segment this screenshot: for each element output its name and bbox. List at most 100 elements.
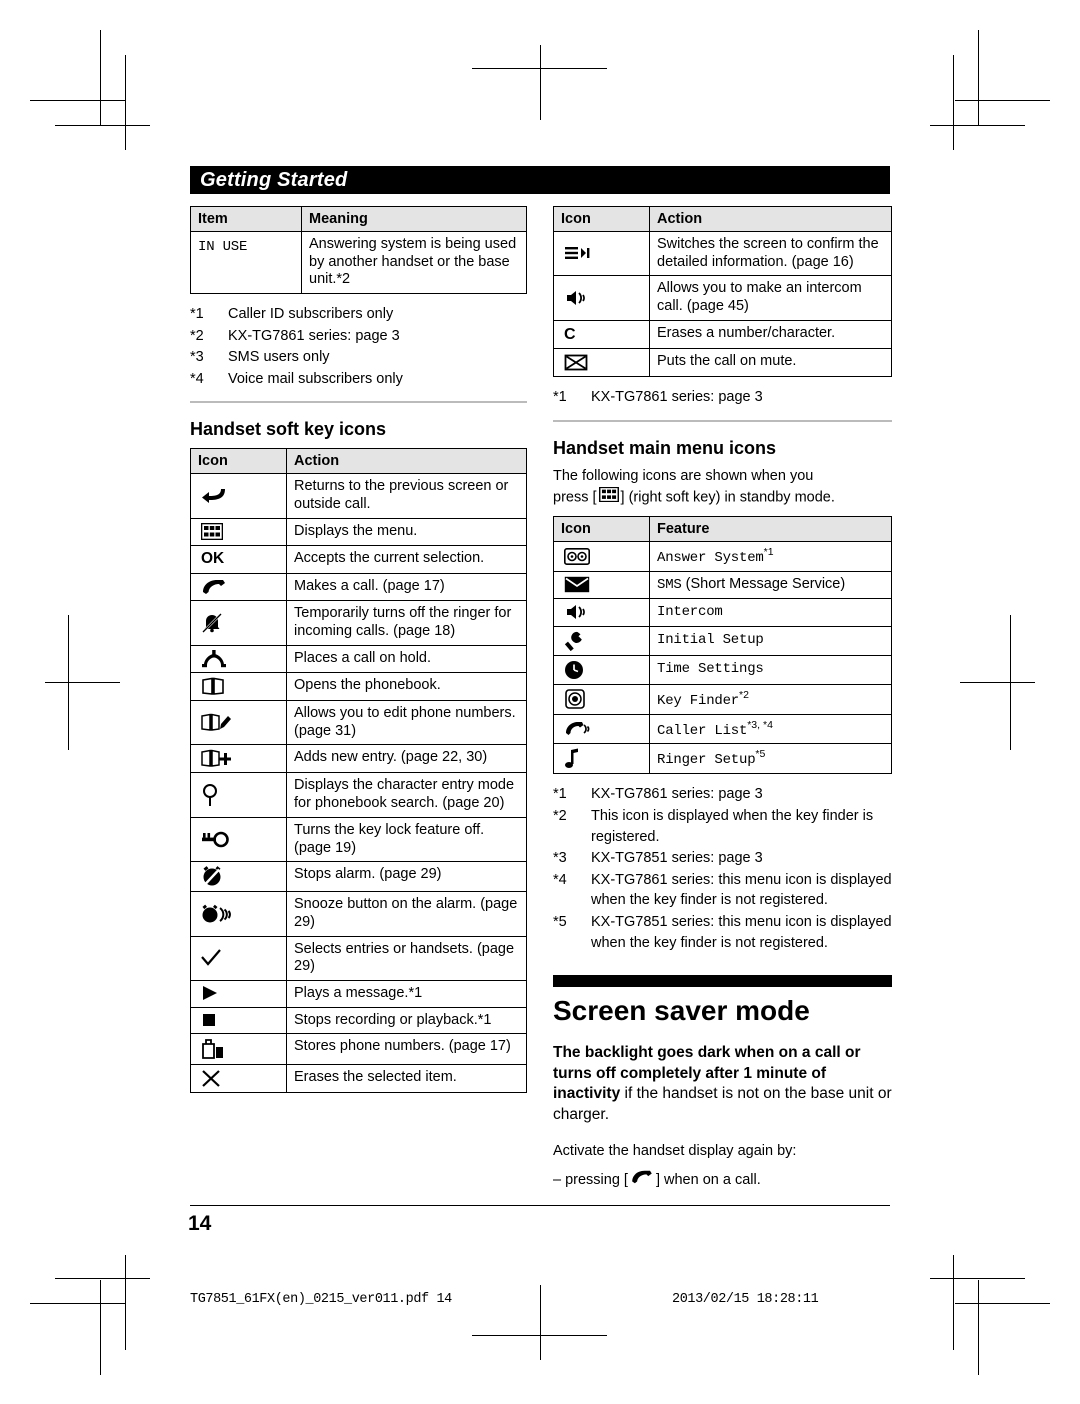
footnotes-block-1: *1 Caller ID subscribers only *2 KX-TG78… bbox=[190, 304, 527, 389]
footnote-text: KX-TG7861 series: page 3 bbox=[591, 786, 763, 803]
footnote-mark: *3 bbox=[553, 850, 567, 867]
phonebook-edit-icon bbox=[190, 700, 287, 746]
action-text: Puts the call on mute. bbox=[649, 348, 892, 378]
feature-cell: Initial Setup bbox=[649, 625, 892, 656]
feature-text: Initial Setup bbox=[657, 631, 764, 648]
footnotes-block-right-2: *1 KX-TG7861 series: page 3 *2 This icon… bbox=[553, 784, 892, 953]
icon-action-table-right: Icon Action Switches the screen to confi… bbox=[553, 206, 892, 378]
table-row: Stores phone numbers. (page 17) bbox=[190, 1033, 527, 1066]
table-row: OK Accepts the current selection. bbox=[190, 544, 527, 574]
action-text: Opens the phonebook. bbox=[286, 672, 527, 702]
footnote-mark: *4 bbox=[553, 871, 567, 888]
footnote-mark: *5 bbox=[553, 913, 567, 930]
table-row: Allows you to make an intercom call. (pa… bbox=[553, 275, 892, 321]
table-row: Temporarily turns off the ringer for inc… bbox=[190, 600, 527, 646]
action-text: Stops alarm. (page 29) bbox=[286, 861, 527, 893]
action-text: Selects entries or handsets. (page 29) bbox=[286, 935, 527, 981]
footnote-text: Voice mail subscribers only bbox=[228, 370, 403, 387]
crop-mark bbox=[960, 682, 1035, 683]
table-row: Turns the key lock feature off. (page 19… bbox=[190, 816, 527, 863]
action-text: Switches the screen to confirm the detai… bbox=[649, 230, 892, 277]
footnote-row: *3 KX-TG7851 series: page 3 bbox=[553, 848, 892, 869]
handset-call-icon bbox=[190, 572, 287, 602]
screen-saver-bullet: – pressing [ ] when on a call. bbox=[553, 1169, 892, 1192]
table-row: Displays the menu. bbox=[190, 517, 527, 546]
bullet-text-b: ] when on a call. bbox=[655, 1172, 761, 1189]
crop-mark bbox=[100, 30, 101, 125]
table-header-row: Icon Feature bbox=[553, 516, 892, 543]
feature-text: Key Finder bbox=[657, 692, 740, 709]
table-row: Allows you to edit phone numbers. (page … bbox=[190, 700, 527, 746]
footnote-text: KX-TG7861 series: page 3 bbox=[591, 389, 763, 406]
table-header-row: Item Meaning bbox=[190, 206, 527, 232]
footnote-mark: *1 bbox=[553, 389, 567, 406]
crop-mark bbox=[472, 1335, 607, 1336]
column-header-feature: Feature bbox=[649, 516, 892, 543]
caller-list-icon bbox=[553, 713, 650, 745]
table-row: IN USE Answering system is being used by… bbox=[190, 230, 527, 295]
crop-mark bbox=[540, 1285, 541, 1360]
footnote-text: Caller ID subscribers only bbox=[228, 306, 394, 323]
check-icon bbox=[190, 935, 287, 981]
ringer-off-icon bbox=[190, 600, 287, 646]
table-row: Stops alarm. (page 29) bbox=[190, 861, 527, 893]
footnote-row: *5 KX-TG7851 series: this menu icon is d… bbox=[553, 912, 892, 953]
main-menu-intro: The following icons are shown when you p… bbox=[553, 467, 892, 508]
crop-mark bbox=[978, 30, 979, 125]
phonebook-icon bbox=[190, 672, 287, 702]
snooze-icon bbox=[190, 891, 287, 937]
soft-key-icons-table: Icon Action Returns to the previous scre… bbox=[190, 448, 527, 1094]
table-row: Returns to the previous screen or outsid… bbox=[190, 473, 527, 519]
crop-mark bbox=[953, 1255, 954, 1350]
crop-mark bbox=[978, 1280, 979, 1375]
footer-divider bbox=[190, 1205, 890, 1206]
action-text: Displays the menu. bbox=[286, 517, 527, 546]
ok-text-icon: OK bbox=[190, 544, 287, 574]
detail-list-icon bbox=[553, 230, 650, 277]
crop-mark bbox=[953, 55, 954, 150]
table-row: Caller List*3, *4 bbox=[553, 713, 892, 745]
feature-text: Ringer Setup bbox=[657, 752, 756, 769]
column-header-icon: Icon bbox=[553, 516, 650, 543]
footnote-mark: *1 bbox=[553, 786, 567, 803]
column-header-icon: Icon bbox=[190, 448, 287, 475]
feature-sup: *1 bbox=[763, 546, 774, 559]
footer-timestamp: 2013/02/15 18:28:11 bbox=[672, 1292, 819, 1307]
bullet-text-a: – pressing [ bbox=[553, 1172, 628, 1189]
section-title-main-menu-icons: Handset main menu icons bbox=[553, 438, 777, 459]
intro-line-1: The following icons are shown when you bbox=[553, 468, 814, 485]
footnote-row: *1 KX-TG7861 series: page 3 bbox=[553, 784, 892, 805]
action-text: Places a call on hold. bbox=[286, 644, 527, 674]
action-text: Adds new entry. (page 22, 30) bbox=[286, 744, 527, 774]
footnote-text: KX-TG7851 series: this menu icon is disp… bbox=[591, 913, 892, 951]
table-row: Snooze button on the alarm. (page 29) bbox=[190, 891, 527, 937]
erase-x-icon bbox=[190, 1064, 287, 1094]
screen-saver-activate-line: Activate the handset display again by: bbox=[553, 1142, 797, 1159]
action-text: Accepts the current selection. bbox=[286, 544, 527, 574]
call-hold-icon bbox=[190, 644, 287, 674]
footnote-mark: *2 bbox=[553, 808, 567, 825]
feature-extra: (Short Message Service) bbox=[681, 576, 846, 593]
table-row: Time Settings bbox=[553, 654, 892, 685]
action-text: Allows you to edit phone numbers. (page … bbox=[286, 700, 527, 746]
footnote-row: *1 Caller ID subscribers only bbox=[190, 304, 527, 325]
intro-line-2a: press [ bbox=[553, 489, 597, 506]
wrench-icon bbox=[553, 625, 650, 656]
intercom-icon bbox=[553, 598, 650, 627]
feature-sup: *2 bbox=[739, 688, 749, 701]
crop-mark bbox=[100, 1280, 101, 1375]
crop-mark bbox=[30, 1303, 125, 1304]
feature-cell: Caller List*3, *4 bbox=[649, 713, 892, 745]
footnote-row: *4 KX-TG7861 series: this menu icon is d… bbox=[553, 870, 892, 911]
back-arrow-icon bbox=[190, 473, 287, 519]
table-row: C Erases a number/character. bbox=[553, 319, 892, 350]
feature-cell: Key Finder*2 bbox=[649, 683, 892, 715]
action-text: Allows you to make an intercom call. (pa… bbox=[649, 275, 892, 321]
feature-cell: Intercom bbox=[649, 598, 892, 627]
phonebook-add-icon bbox=[190, 744, 287, 774]
table-row: Intercom bbox=[553, 598, 892, 627]
column-header-action: Action bbox=[649, 206, 892, 232]
feature-text: Intercom bbox=[657, 604, 723, 621]
action-text: Temporarily turns off the ringer for inc… bbox=[286, 600, 527, 646]
crop-mark bbox=[955, 100, 1050, 101]
